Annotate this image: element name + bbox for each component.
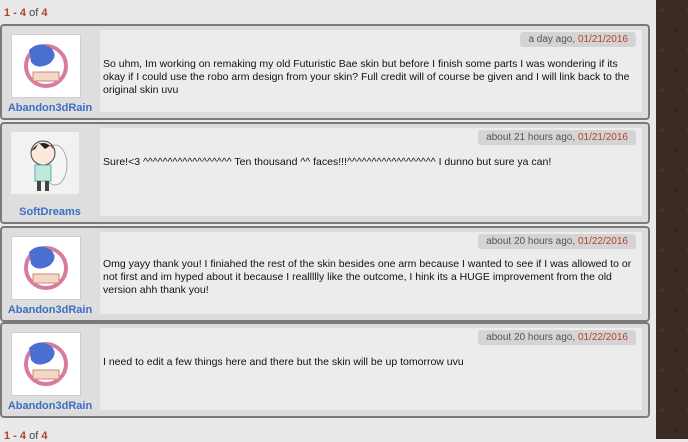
- author-username-link[interactable]: Abandon3dRain: [2, 102, 98, 114]
- pagination-top: 1 - 4 of 4: [4, 7, 47, 19]
- avatar[interactable]: [11, 236, 81, 300]
- comment-timestamp: about 20 hours ago, 01/22/2016: [478, 330, 636, 345]
- avatar[interactable]: [11, 332, 81, 396]
- pager-sep: -: [10, 430, 20, 442]
- comment-author-panel: Abandon3dRain: [2, 230, 98, 316]
- pager-of: of: [26, 7, 42, 19]
- avatar-logo-icon: [24, 44, 68, 88]
- avatar-logo-icon: [24, 246, 68, 290]
- comment-text: Sure!<3 ^^^^^^^^^^^^^^^^^^ Ten thousand …: [103, 156, 552, 168]
- pager-total: 4: [41, 7, 48, 19]
- author-username-link[interactable]: Abandon3dRain: [2, 400, 98, 412]
- avatar[interactable]: [11, 34, 81, 98]
- timestamp-date: 01/21/2016: [577, 132, 628, 143]
- author-username-link[interactable]: SoftDreams: [2, 206, 98, 218]
- pager-sep: -: [10, 7, 20, 19]
- avatar-logo-icon: [24, 342, 68, 386]
- timestamp-date: 01/22/2016: [577, 236, 628, 247]
- comment-post: Abandon3dRain about 20 hours ago, 01/22/…: [0, 322, 650, 418]
- timestamp-relative: about 20 hours ago,: [486, 332, 576, 343]
- pager-of: of: [26, 430, 42, 442]
- timestamp-relative: about 21 hours ago,: [486, 132, 576, 143]
- comment-body: a day ago, 01/21/2016 So uhm, Im working…: [100, 30, 642, 112]
- comment-body: about 20 hours ago, 01/22/2016 I need to…: [100, 328, 642, 410]
- comment-body: about 21 hours ago, 01/21/2016 Sure!<3 ^…: [100, 128, 642, 216]
- timestamp-relative: a day ago,: [528, 34, 576, 45]
- comment-author-panel: SoftDreams: [2, 126, 98, 218]
- comment-text: Omg yayy thank you! I finiahed the rest …: [103, 258, 632, 296]
- comment-post: Abandon3dRain a day ago, 01/21/2016 So u…: [0, 24, 650, 120]
- timestamp-date: 01/22/2016: [577, 332, 628, 343]
- comment-timestamp: a day ago, 01/21/2016: [520, 32, 636, 47]
- comment-text: So uhm, Im working on remaking my old Fu…: [103, 58, 630, 96]
- comment-post: Abandon3dRain about 20 hours ago, 01/22/…: [0, 226, 650, 322]
- page-background: [656, 0, 688, 439]
- comment-author-panel: Abandon3dRain: [2, 28, 98, 114]
- author-username-link[interactable]: Abandon3dRain: [2, 304, 98, 316]
- avatar-character-icon: [30, 140, 68, 191]
- timestamp-relative: about 20 hours ago,: [486, 236, 576, 247]
- comment-post: SoftDreams about 21 hours ago, 01/21/201…: [0, 122, 650, 224]
- avatar[interactable]: [11, 132, 79, 194]
- comment-author-panel: Abandon3dRain: [2, 326, 98, 412]
- comment-timestamp: about 21 hours ago, 01/21/2016: [478, 130, 636, 145]
- timestamp-date: 01/21/2016: [577, 34, 628, 45]
- pager-total: 4: [41, 430, 48, 442]
- comment-timestamp: about 20 hours ago, 01/22/2016: [478, 234, 636, 249]
- comment-text: I need to edit a few things here and the…: [103, 356, 464, 368]
- comment-body: about 20 hours ago, 01/22/2016 Omg yayy …: [100, 232, 642, 314]
- pagination-bottom: 1 - 4 of 4: [4, 430, 47, 442]
